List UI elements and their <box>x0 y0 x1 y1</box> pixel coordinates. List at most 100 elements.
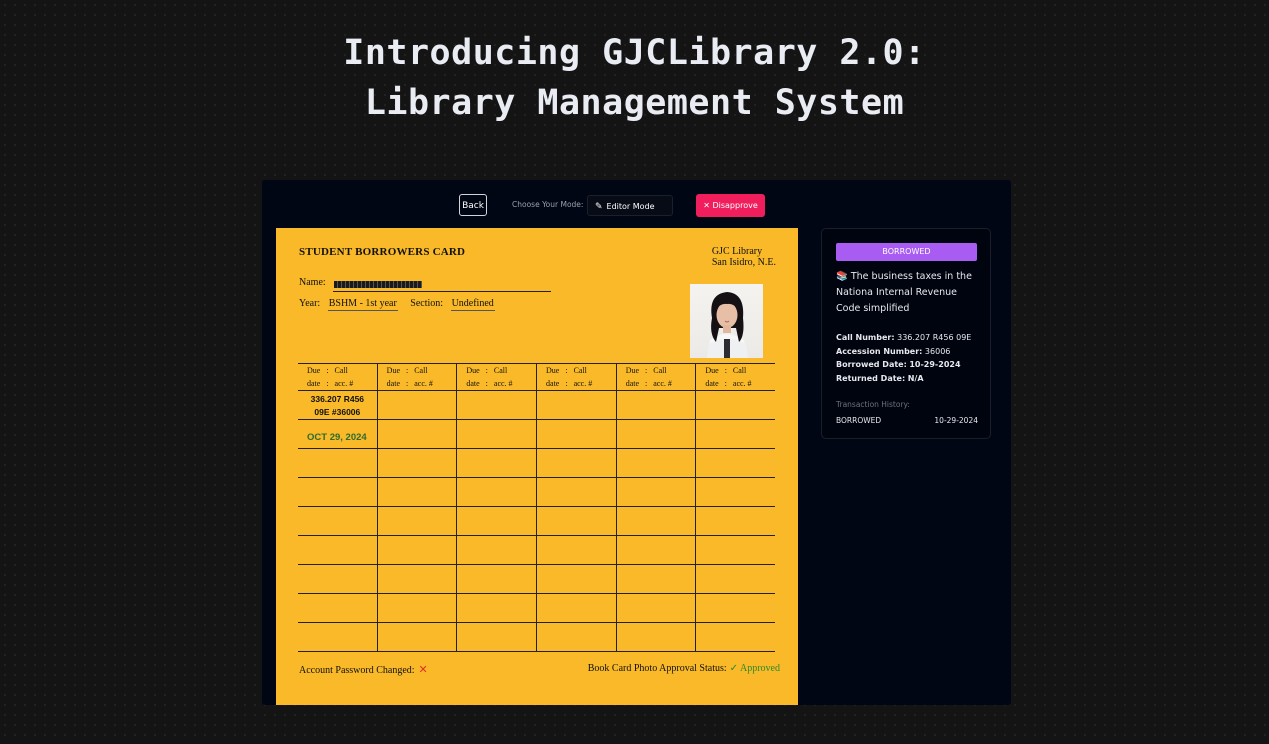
student-photo[interactable] <box>690 284 763 358</box>
photo-approval-label: Book Card Photo Approval Status: <box>587 663 727 674</box>
grid-cell-callno[interactable]: 336.207 R456 09E #36006 <box>298 391 377 419</box>
grid-column-header: Due : Call date : acc. # <box>386 366 433 388</box>
grid-cell[interactable] <box>456 449 536 477</box>
call-number-value: 336.207 R456 09E <box>897 333 972 342</box>
grid-cell[interactable] <box>298 507 377 535</box>
grid-cell-date[interactable]: OCT 29, 2024 <box>298 420 377 448</box>
grid-cell[interactable] <box>615 449 696 477</box>
grid-cell[interactable] <box>695 594 775 622</box>
password-changed-status: Account Password Changed: ✕ <box>299 663 428 676</box>
grid-cell[interactable] <box>536 478 616 506</box>
entry-call-line1: 336.207 R456 <box>310 394 365 404</box>
grid-cell[interactable] <box>376 420 457 448</box>
entry-call-number: 336.207 R456 09E #36006 <box>298 391 377 419</box>
grid-cell[interactable] <box>376 507 457 535</box>
grid-cell[interactable] <box>615 478 696 506</box>
grid-cell[interactable] <box>376 536 457 564</box>
approved-status: ✓ Approved <box>729 663 780 674</box>
grid-cell[interactable] <box>615 623 696 651</box>
grid-cell[interactable] <box>695 420 775 448</box>
grid-cell[interactable] <box>615 391 696 419</box>
grid-cell[interactable] <box>376 565 457 593</box>
card-title: STUDENT BORROWERS CARD <box>299 246 466 258</box>
grid-cell[interactable] <box>298 449 377 477</box>
grid-cell[interactable] <box>536 420 616 448</box>
grid-cell[interactable] <box>456 391 536 419</box>
grid-cell[interactable] <box>298 565 377 593</box>
back-button[interactable]: Back <box>459 194 487 216</box>
grid-cell[interactable] <box>456 623 536 651</box>
grid-cell[interactable] <box>536 565 616 593</box>
grid-cell[interactable] <box>298 536 377 564</box>
grid-cell[interactable] <box>536 507 616 535</box>
grid-cell[interactable] <box>695 623 775 651</box>
entry-call-line2: 09E #36006 <box>314 407 361 417</box>
grid-cell[interactable] <box>615 536 696 564</box>
year-section-row: Year: BSHM - 1st year Section: Undefined <box>299 298 495 311</box>
toolbar: Back Choose Your Mode: ✎ Editor Mode ✕ Di… <box>262 180 1011 224</box>
grid-cell[interactable] <box>695 507 775 535</box>
mode-select[interactable]: ✎ Editor Mode <box>587 195 673 216</box>
grid-row <box>298 623 775 652</box>
section-value: Undefined <box>450 298 495 311</box>
accession-label: Accession Number: <box>836 346 923 356</box>
borrowers-card: STUDENT BORROWERS CARD GJC Library San I… <box>276 228 798 705</box>
grid-row: OCT 29, 2024 <box>298 420 775 449</box>
library-name: GJC Library San Isidro, N.E. <box>712 246 776 268</box>
grid-cell[interactable] <box>456 594 536 622</box>
grid-cell[interactable] <box>298 594 377 622</box>
grid-cell[interactable] <box>536 594 616 622</box>
pencil-icon: ✎ <box>595 202 603 212</box>
grid-row <box>298 478 775 507</box>
mode-label: Choose Your Mode: <box>512 200 584 209</box>
grid-cell[interactable] <box>695 449 775 477</box>
grid-cell[interactable] <box>376 391 457 419</box>
library-name-line2: San Isidro, N.E. <box>711 257 776 268</box>
photo-approval-status: Book Card Photo Approval Status: ✓ Approv… <box>588 663 780 674</box>
grid-cell[interactable] <box>695 391 775 419</box>
mode-select-value: Editor Mode <box>606 202 655 211</box>
borrowed-label: Borrowed Date: <box>836 360 907 369</box>
grid-row <box>298 507 775 536</box>
grid-cell[interactable] <box>456 565 536 593</box>
grid-row <box>298 449 775 478</box>
status-badge: BORROWED <box>836 243 977 261</box>
grid-cell[interactable] <box>376 623 457 651</box>
grid-cell[interactable] <box>615 594 696 622</box>
grid-cell[interactable] <box>536 449 616 477</box>
hero-title-line1: Introducing GJCLibrary 2.0: <box>343 33 926 73</box>
grid-cell[interactable] <box>298 478 377 506</box>
grid-cell[interactable] <box>536 536 616 564</box>
grid-cell[interactable] <box>536 623 616 651</box>
disapprove-button[interactable]: ✕ Disapprove <box>696 194 765 217</box>
grid-cell[interactable] <box>695 565 775 593</box>
hero-title: Introducing GJCLibrary 2.0: Library Mana… <box>0 28 1269 128</box>
grid-cell[interactable] <box>695 478 775 506</box>
grid-column-header: Due : Call date : acc. # <box>705 366 752 388</box>
grid-cell[interactable] <box>376 449 457 477</box>
grid-cell[interactable] <box>376 478 457 506</box>
grid-cell[interactable] <box>456 536 536 564</box>
grid-cell[interactable] <box>615 420 696 448</box>
borrowed-row: Borrowed Date: 10-29-2024 <box>836 358 971 372</box>
grid-cell[interactable] <box>456 507 536 535</box>
grid-cell[interactable] <box>615 565 696 593</box>
history-date: 10-29-2024 <box>934 416 978 425</box>
grid-cell[interactable] <box>456 478 536 506</box>
grid-cell[interactable] <box>376 594 457 622</box>
grid-column-header: Due : Call date : acc. # <box>466 366 513 388</box>
returned-label: Returned Date: <box>836 373 906 383</box>
grid-cell[interactable] <box>615 507 696 535</box>
grid-row <box>298 594 775 623</box>
library-name-line1: GJC Library <box>711 246 763 257</box>
grid-cell[interactable] <box>456 420 536 448</box>
accession-value: 36006 <box>924 346 951 356</box>
borrow-grid: Due : Call date : acc. # Due : Call date… <box>298 363 775 652</box>
grid-cell[interactable] <box>536 391 616 419</box>
redacted-name <box>334 281 422 288</box>
borrowed-value: 10-29-2024 <box>909 360 961 369</box>
grid-row: 336.207 R456 09E #36006 <box>298 391 775 420</box>
grid-cell[interactable] <box>298 623 377 651</box>
grid-cell[interactable] <box>695 536 775 564</box>
hero-title-line2: Library Management System <box>364 83 905 123</box>
